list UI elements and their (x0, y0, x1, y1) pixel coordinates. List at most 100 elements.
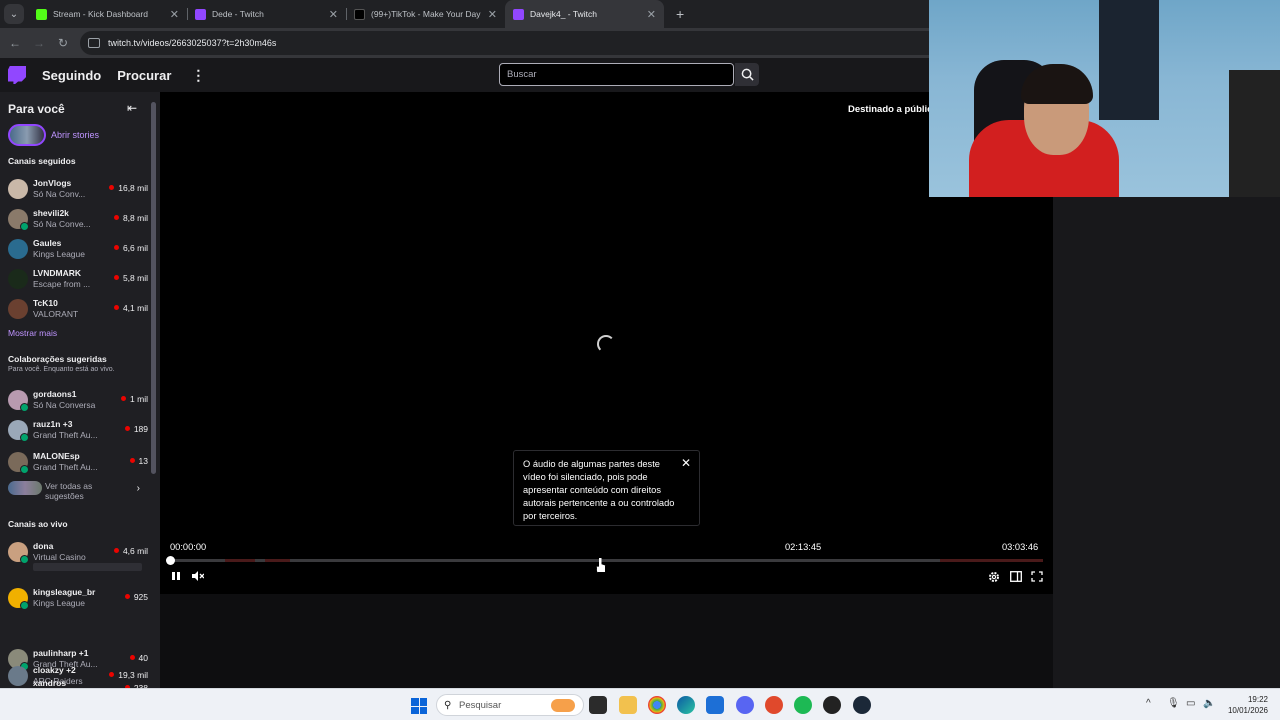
collab-malonesp[interactable]: MALONEsp Grand Theft Au... 13 (8, 449, 148, 477)
taskbar-search-input[interactable]: ⚲ Pesquisar (436, 694, 584, 716)
collab-gordaons1[interactable]: gordaons1 Só Na Conversa 1 mil (8, 387, 148, 415)
live-kingsleague-br[interactable]: kingsleague_br Kings League 925 (8, 585, 148, 613)
webcam-overlay (929, 0, 1280, 197)
suggestion-avatars (8, 481, 42, 495)
channel-name: shevili2k (33, 208, 69, 218)
collab-title: Colaborações sugeridas (8, 354, 107, 364)
tab-label: Stream - Kick Dashboard (53, 9, 148, 19)
collab-badge-icon (20, 601, 29, 610)
tab-kick-dashboard[interactable]: Stream - Kick Dashboard ✕ (28, 0, 187, 28)
channel-name: TcK10 (33, 298, 58, 308)
collapse-sidebar-icon[interactable]: ⇤ (127, 101, 137, 115)
followed-channels-title: Canais seguidos (8, 156, 76, 166)
channel-name: Gaules (33, 238, 62, 248)
collab-rauz1n[interactable]: rauz1n +3 Grand Theft Au... 189 (8, 417, 148, 445)
url-field[interactable]: twitch.tv/videos/2663025037?t=2h30m46s (80, 31, 980, 55)
below-player-area (160, 594, 1053, 688)
tab-search-button[interactable]: ⌄ (4, 4, 24, 24)
windows-taskbar: ⚲ Pesquisar ^ 🎙 ▭ 🔈 19:22 10/01/2026 (0, 688, 1280, 720)
edge-icon[interactable] (677, 696, 695, 714)
fullscreen-icon[interactable] (1031, 571, 1043, 585)
muted-volume-icon[interactable] (192, 571, 205, 584)
stories-avatars (8, 124, 46, 146)
loading-spinner-icon (597, 335, 615, 353)
open-stories[interactable]: Abrir stories (8, 124, 99, 146)
collab-badge-icon (20, 403, 29, 412)
time-hover: 02:13:45 (785, 542, 822, 552)
show-more-link[interactable]: Mostrar mais (8, 328, 57, 338)
sidebar-scrollbar[interactable] (151, 102, 156, 474)
tray-chevron-up-icon[interactable]: ^ (1146, 698, 1151, 709)
browser-app-icon[interactable] (765, 696, 783, 714)
tab-davejk4-twitch[interactable]: Davejk4_ - Twitch ✕ (505, 0, 664, 28)
windows-start-icon[interactable] (411, 698, 427, 714)
video-player[interactable]: Destinado a públic O áudio de algumas pa… (160, 92, 1053, 594)
channel-category: Kings League (33, 598, 85, 608)
channel-lvndmark[interactable]: LVNDMARK Escape from ... 5,8 mil (8, 266, 148, 294)
new-tab-button[interactable]: + (676, 6, 684, 22)
live-xandros[interactable]: xandros 238 (8, 676, 148, 688)
url-text: twitch.tv/videos/2663025037?t=2h30m46s (108, 38, 277, 48)
forward-icon[interactable]: → (27, 36, 51, 50)
sidebar: Para você ⇤ Abrir stories Canais seguido… (0, 92, 160, 688)
more-menu-icon[interactable]: ⋮ (191, 67, 205, 84)
tiktok-icon (354, 8, 365, 20)
channel-shevili2k[interactable]: shevili2k Só Na Conve... 8,8 mil (8, 206, 148, 234)
close-notice-icon[interactable]: ✕ (681, 457, 691, 470)
seek-thumb[interactable] (166, 556, 175, 565)
avatar (8, 269, 28, 289)
pause-icon[interactable] (171, 571, 181, 584)
search-button[interactable] (735, 63, 759, 86)
see-all-suggestions[interactable]: Ver todas as sugestões › (8, 481, 140, 501)
collab-subtitle: Para você. Enquanto está ao vivo. (8, 366, 115, 373)
network-icon[interactable]: ▭ (1186, 698, 1195, 709)
settings-gear-icon[interactable] (988, 571, 1000, 586)
channel-jonvlogs[interactable]: JonVlogs Só Na Conv... 16,8 mil (8, 176, 148, 204)
theatre-mode-icon[interactable] (1010, 571, 1022, 585)
microphone-icon[interactable]: 🎙 (1167, 698, 1180, 709)
channel-name: paulinharp +1 (33, 648, 89, 658)
taskbar-clock[interactable]: 19:22 10/01/2026 (1222, 694, 1268, 716)
back-icon[interactable]: ← (3, 36, 27, 50)
audience-label: Destinado a públic (848, 104, 933, 115)
time-current: 00:00:00 (170, 542, 207, 552)
reload-icon[interactable]: ↻ (51, 36, 75, 50)
webcam-monitor (1229, 70, 1280, 197)
nav-following[interactable]: Seguindo (42, 68, 101, 83)
viewer-count: 40 (130, 653, 148, 663)
volume-icon[interactable]: 🔈 (1203, 698, 1215, 709)
spotify-icon[interactable] (794, 696, 812, 714)
channel-tck10[interactable]: TcK10 VALORANT 4,1 mil (8, 296, 148, 324)
close-tab-icon[interactable]: ✕ (170, 8, 179, 21)
seek-bar[interactable] (166, 556, 1043, 565)
live-dona[interactable]: dona Virtual Casino 4,6 mil (8, 539, 148, 579)
channel-category: Grand Theft Au... (33, 430, 98, 440)
tab-label: Dede - Twitch (212, 9, 264, 19)
tab-tiktok[interactable]: (99+)TikTok - Make Your Day ✕ (346, 0, 505, 28)
site-info-icon[interactable] (88, 38, 100, 48)
steam-icon[interactable] (853, 696, 871, 714)
twitch-logo-icon[interactable] (8, 66, 26, 84)
viewer-count: 189 (125, 424, 148, 434)
task-view-icon[interactable] (589, 696, 607, 714)
close-tab-icon[interactable]: ✕ (329, 8, 338, 21)
channel-name: dona (33, 541, 54, 551)
search-input[interactable]: Buscar (499, 63, 734, 86)
chrome-icon[interactable] (648, 696, 666, 714)
discord-icon[interactable] (736, 696, 754, 714)
obs-icon[interactable] (823, 696, 841, 714)
channel-name: JonVlogs (33, 178, 72, 188)
channel-name: gordaons1 (33, 389, 77, 399)
channel-name: LVNDMARK (33, 268, 82, 278)
clock-date: 10/01/2026 (1227, 706, 1268, 715)
close-tab-icon[interactable]: ✕ (647, 8, 656, 21)
outlook-icon[interactable] (706, 696, 724, 714)
file-explorer-icon[interactable] (619, 696, 637, 714)
close-tab-icon[interactable]: ✕ (488, 8, 497, 21)
stream-preview-placeholder (33, 563, 142, 571)
nav-browse[interactable]: Procurar (117, 68, 171, 83)
channel-gaules[interactable]: Gaules Kings League 6,6 mil (8, 236, 148, 264)
tab-dede-twitch[interactable]: Dede - Twitch ✕ (187, 0, 346, 28)
channel-category: Virtual Casino (33, 552, 86, 562)
tab-label: (99+)TikTok - Make Your Day (371, 9, 481, 19)
